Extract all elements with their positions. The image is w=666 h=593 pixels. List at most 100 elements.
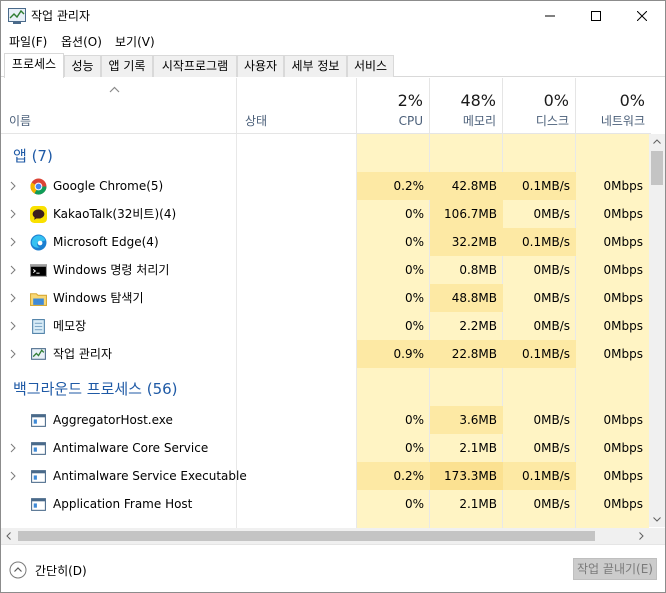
memory-value: 22.8MB: [430, 340, 503, 368]
chevron-right-icon[interactable]: [10, 443, 16, 453]
process-name: Microsoft Edge(4): [53, 235, 159, 249]
process-name: Google Chrome(5): [53, 179, 164, 193]
column-network[interactable]: 0% 네트워크: [575, 78, 651, 134]
menu-bar: 파일(F) 옵션(O) 보기(V): [1, 31, 665, 53]
column-name[interactable]: 이름: [1, 78, 236, 134]
horizontal-scrollbar[interactable]: [1, 528, 649, 544]
chevron-up-circle-icon: [9, 561, 27, 579]
network-value: 0Mbps: [603, 469, 643, 483]
menu-file[interactable]: 파일(F): [9, 34, 47, 50]
group-header-background[interactable]: 백그라운드 프로세스 (56): [1, 374, 651, 402]
network-value: 0Mbps: [603, 441, 643, 455]
tab-services[interactable]: 서비스: [347, 55, 394, 77]
network-value: 0Mbps: [603, 263, 643, 277]
process-name: Windows 명령 처리기: [53, 263, 170, 277]
table-row[interactable]: Microsoft Edge(4) 0% 32.2MB 0.1MB/s 0Mbp…: [1, 228, 651, 256]
horizontal-scroll-thumb[interactable]: [18, 531, 595, 541]
network-total: 0%: [619, 91, 645, 110]
scroll-up-icon[interactable]: [653, 139, 661, 144]
memory-value: 42.8MB: [430, 172, 503, 200]
minimize-button[interactable]: [527, 1, 573, 31]
process-name: 작업 관리자: [53, 347, 113, 361]
tab-processes[interactable]: 프로세스: [4, 53, 64, 78]
column-cpu-label: CPU: [398, 114, 423, 128]
memory-value: 3.6MB: [430, 406, 503, 434]
vertical-scroll-thumb[interactable]: [651, 151, 663, 185]
scroll-right-icon[interactable]: [639, 532, 644, 540]
group-title: 앱 (7): [13, 147, 53, 165]
table-row[interactable]: Antimalware Service Executable 0.2% 173.…: [1, 462, 651, 490]
chevron-right-icon[interactable]: [10, 265, 16, 275]
table-header: 이름 상태 2% CPU 48% 메모리 0% 디스크 0% 네트워크: [1, 78, 651, 134]
group-title: 백그라운드 프로세스 (56): [13, 380, 178, 398]
end-task-button[interactable]: 작업 끝내기(E): [573, 558, 657, 580]
table-row[interactable]: 작업 관리자 0.9% 22.8MB 0.1MB/s 0Mbps: [1, 340, 651, 368]
task-manager-icon: [8, 8, 26, 24]
scroll-left-icon[interactable]: [6, 532, 11, 540]
chevron-right-icon[interactable]: [10, 237, 16, 247]
table-row[interactable]: Windows 명령 처리기 0% 0.8MB 0MB/s 0Mbps: [1, 256, 651, 284]
vertical-scrollbar[interactable]: [649, 134, 665, 527]
maximize-button[interactable]: [573, 1, 619, 31]
title-bar: 작업 관리자: [1, 1, 665, 31]
disk-value: 0.1MB/s: [503, 462, 576, 490]
task-manager-window: 작업 관리자 파일(F) 옵션(O) 보기(V) 프로세스 성능 앱 기록 시작…: [0, 0, 666, 593]
cpu-value: 0.9%: [357, 340, 430, 368]
cpu-value: 0%: [404, 235, 424, 249]
chevron-right-icon[interactable]: [10, 321, 16, 331]
tab-users[interactable]: 사용자: [237, 55, 284, 77]
table-row[interactable]: Google Chrome(5) 0.2% 42.8MB 0.1MB/s 0Mb…: [1, 172, 651, 200]
cpu-value: 0.2%: [357, 462, 430, 490]
process-name: Antimalware Core Service: [53, 441, 209, 455]
table-row[interactable]: AggregatorHost.exe 0% 3.6MB 0MB/s 0Mbps: [1, 406, 651, 434]
cpu-value: 0%: [404, 497, 424, 511]
scroll-down-icon[interactable]: [653, 517, 661, 522]
network-value: 0Mbps: [603, 291, 643, 305]
network-value: 0Mbps: [603, 179, 643, 193]
column-memory[interactable]: 48% 메모리: [429, 78, 502, 134]
column-status[interactable]: 상태: [236, 78, 356, 134]
close-button[interactable]: [619, 1, 665, 31]
disk-value: 0MB/s: [533, 413, 570, 427]
tab-details[interactable]: 세부 정보: [284, 55, 347, 77]
cpu-value: 0%: [404, 319, 424, 333]
notepad-icon: [32, 319, 45, 334]
group-header-apps[interactable]: 앱 (7): [1, 141, 651, 169]
cpu-value: 0%: [404, 263, 424, 277]
column-cpu[interactable]: 2% CPU: [356, 78, 429, 134]
table-row[interactable]: Antimalware Core Service 0% 2.1MB 0MB/s …: [1, 434, 651, 462]
chevron-right-icon[interactable]: [10, 209, 16, 219]
fewer-details-button[interactable]: 간단히(D): [9, 559, 87, 581]
table-row[interactable]: KakaoTalk(32비트)(4) 0% 106.7MB 0MB/s 0Mbp…: [1, 200, 651, 228]
chevron-right-icon[interactable]: [10, 293, 16, 303]
disk-value: 0MB/s: [533, 263, 570, 277]
chevron-right-icon[interactable]: [10, 471, 16, 481]
menu-view[interactable]: 보기(V): [115, 34, 155, 50]
chevron-right-icon[interactable]: [10, 349, 16, 359]
close-icon: [637, 11, 647, 21]
network-value: 0Mbps: [603, 207, 643, 221]
table-row[interactable]: Application Frame Host 0% 2.1MB 0MB/s 0M…: [1, 490, 651, 518]
chrome-icon: [30, 178, 47, 195]
tab-app-history[interactable]: 앱 기록: [101, 55, 153, 77]
task-manager-icon: [31, 348, 46, 360]
disk-value: 0.1MB/s: [503, 172, 576, 200]
disk-value: 0MB/s: [533, 441, 570, 455]
cpu-value: 0%: [404, 291, 424, 305]
table-row[interactable]: Windows 탐색기 0% 48.8MB 0MB/s 0Mbps: [1, 284, 651, 312]
explorer-icon: [30, 293, 47, 306]
service-icon: [31, 442, 46, 455]
disk-value: 0MB/s: [533, 207, 570, 221]
footer: 간단히(D) 작업 끝내기(E): [1, 544, 665, 592]
column-disk[interactable]: 0% 디스크: [502, 78, 575, 134]
tab-startup[interactable]: 시작프로그램: [153, 55, 237, 77]
cpu-value: 0.2%: [357, 172, 430, 200]
network-value: 0Mbps: [603, 497, 643, 511]
column-network-label: 네트워크: [600, 114, 645, 128]
tab-performance[interactable]: 성능: [64, 55, 101, 77]
process-name: Application Frame Host: [53, 497, 193, 511]
table-row[interactable]: 메모장 0% 2.2MB 0MB/s 0Mbps: [1, 312, 651, 340]
menu-options[interactable]: 옵션(O): [61, 34, 102, 50]
tab-bar: 프로세스 성능 앱 기록 시작프로그램 사용자 세부 정보 서비스: [1, 53, 665, 78]
chevron-right-icon[interactable]: [10, 181, 16, 191]
